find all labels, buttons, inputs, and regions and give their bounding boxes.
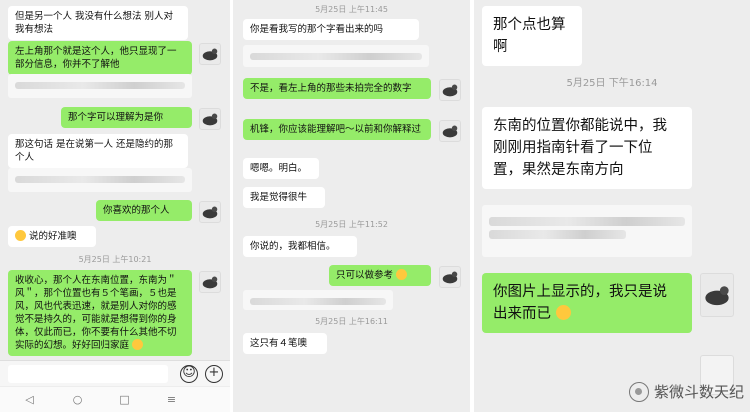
message-text: 只可以做参考 [336,270,394,281]
redacted-text [15,82,185,89]
incoming-message: 你说的，我都相信。 [243,236,357,257]
avatar[interactable] [439,266,461,288]
smile-emoji-icon [396,269,408,280]
wechat-official-account-icon [628,381,649,402]
outgoing-message: 机锋，你应该能理解吧～以前和你解释过 [243,119,431,140]
watermark-text: 紫微斗数天纪 [653,383,744,401]
message-text: 你是看我写的那个字看出来的吗 [250,24,384,35]
message-text: 那个点也算啊 [493,17,566,55]
tortoise-avatar-icon [202,48,218,61]
message-text: 你喜欢的那个人 [103,205,170,216]
message-text: 我是觉得很牛 [250,192,308,203]
message-text: 不是，看左上角的那些未拍完全的数字 [250,83,412,94]
outgoing-message: 你喜欢的那个人 [96,200,192,221]
outgoing-message: 只可以做参考 [329,265,431,286]
message-timestamp: 5月25日 上午10:21 [78,255,152,264]
incoming-message: 东南的位置你都能说中，我刚刚用指南针看了一下位置，果然是东南方向 [482,107,692,189]
tortoise-avatar-icon [442,271,458,284]
avatar[interactable] [439,120,461,142]
incoming-message: 那个点也算啊 [482,6,582,66]
redacted-message [8,74,192,98]
nav-back-icon[interactable]: ◁ [24,394,35,405]
laughing-emoji-icon [15,230,26,241]
incoming-message: 我是觉得很牛 [243,187,325,208]
message-text: 左上角那个就是这个人，他只显现了一部分信息，你并不了解他 [15,46,177,70]
incoming-message: 嗯嗯。明白。 [243,158,319,179]
avatar[interactable] [199,43,221,65]
avatar[interactable] [700,273,734,317]
message-input[interactable] [8,365,168,383]
outgoing-message: 你图片上显示的，我只是说出来而已 [482,273,692,333]
avatar[interactable] [199,201,221,223]
redacted-text [250,53,422,60]
incoming-message: 你是看我写的那个字看出来的吗 [243,19,419,40]
outgoing-message: 不是，看左上角的那些未拍完全的数字 [243,78,431,99]
message-text: 说的好准噢 [29,231,77,242]
redacted-message [482,205,692,257]
incoming-message: 这只有４笔噢 [243,333,327,354]
avatar[interactable] [199,108,221,130]
redacted-message [243,45,429,67]
tortoise-avatar-icon [202,276,218,289]
avatar[interactable] [439,79,461,101]
redacted-message [8,168,192,192]
tortoise-avatar-icon [705,286,729,306]
message-input-bar: ☺ + [0,360,230,386]
tortoise-avatar-icon [202,113,218,126]
message-text: 但是另一个人 我没有什么想法 别人对我有想法 [15,11,174,35]
tortoise-avatar-icon [202,206,218,219]
message-text: 这只有４笔噢 [250,338,308,349]
redacted-message [243,290,393,310]
nav-menu-icon[interactable]: ≡ [166,394,177,405]
message-text: 机锋，你应该能理解吧～以前和你解释过 [250,124,422,135]
message-text: 那个字可以理解为是你 [68,112,164,123]
smile-emoji-icon [132,339,144,350]
message-timestamp: 5月25日 上午11:52 [315,220,388,229]
redacted-text [250,298,386,305]
tortoise-avatar-icon [442,125,458,138]
avatar[interactable] [199,271,221,293]
tortoise-avatar-icon [442,84,458,97]
message-timestamp: 5月25日 下午16:14 [566,78,658,89]
incoming-message: 说的好准噢 [8,226,96,247]
chat-panel-right: 那个点也算啊 5月25日 下午16:14 东南的位置你都能说中，我刚刚用指南针看… [474,0,750,412]
message-text: 你图片上显示的，我只是说出来而已 [493,284,667,322]
incoming-message: 但是另一个人 我没有什么想法 别人对我有想法 [8,6,188,40]
message-text: 收收心，那个人在东南位置，东南为＂风＂，那个位置也有５个笔画，５也是风，风也代表… [15,275,177,351]
outgoing-message: 收收心，那个人在东南位置，东南为＂风＂，那个位置也有５个笔画，５也是风，风也代表… [8,270,192,356]
chat-panel-left: 但是另一个人 我没有什么想法 别人对我有想法 左上角那个就是这个人，他只显现了一… [0,0,230,412]
chat-panel-middle: 5月25日 上午11:45 你是看我写的那个字看出来的吗 不是，看左上角的那些未… [233,0,470,412]
nav-home-icon[interactable]: ○ [72,394,83,405]
outgoing-message: 左上角那个就是这个人，他只显现了一部分信息，你并不了解他 [8,41,192,75]
message-text: 你说的，我都相信。 [250,241,336,252]
nav-recent-icon[interactable]: □ [119,394,130,405]
emoji-icon[interactable]: ☺ [180,365,198,383]
incoming-message: 那这句话 是在说第一人 还是隐约的那个人 [8,134,188,168]
message-text: 那这句话 是在说第一人 还是隐约的那个人 [15,139,174,163]
redacted-text [489,230,627,239]
watermark: 紫微斗数天纪 [628,381,744,402]
redacted-text [15,176,185,183]
message-timestamp: 5月25日 上午11:45 [315,5,388,14]
message-timestamp: 5月25日 上午16:11 [315,317,388,326]
message-text: 东南的位置你都能说中，我刚刚用指南针看了一下位置，果然是东南方向 [493,118,667,178]
message-text: 嗯嗯。明白。 [250,163,308,174]
redacted-text [489,217,685,226]
dog-emoji-icon [555,305,571,320]
system-nav-bar: ◁ ○ □ ≡ [0,387,230,412]
outgoing-message: 那个字可以理解为是你 [61,107,192,128]
plus-icon[interactable]: + [205,365,223,383]
